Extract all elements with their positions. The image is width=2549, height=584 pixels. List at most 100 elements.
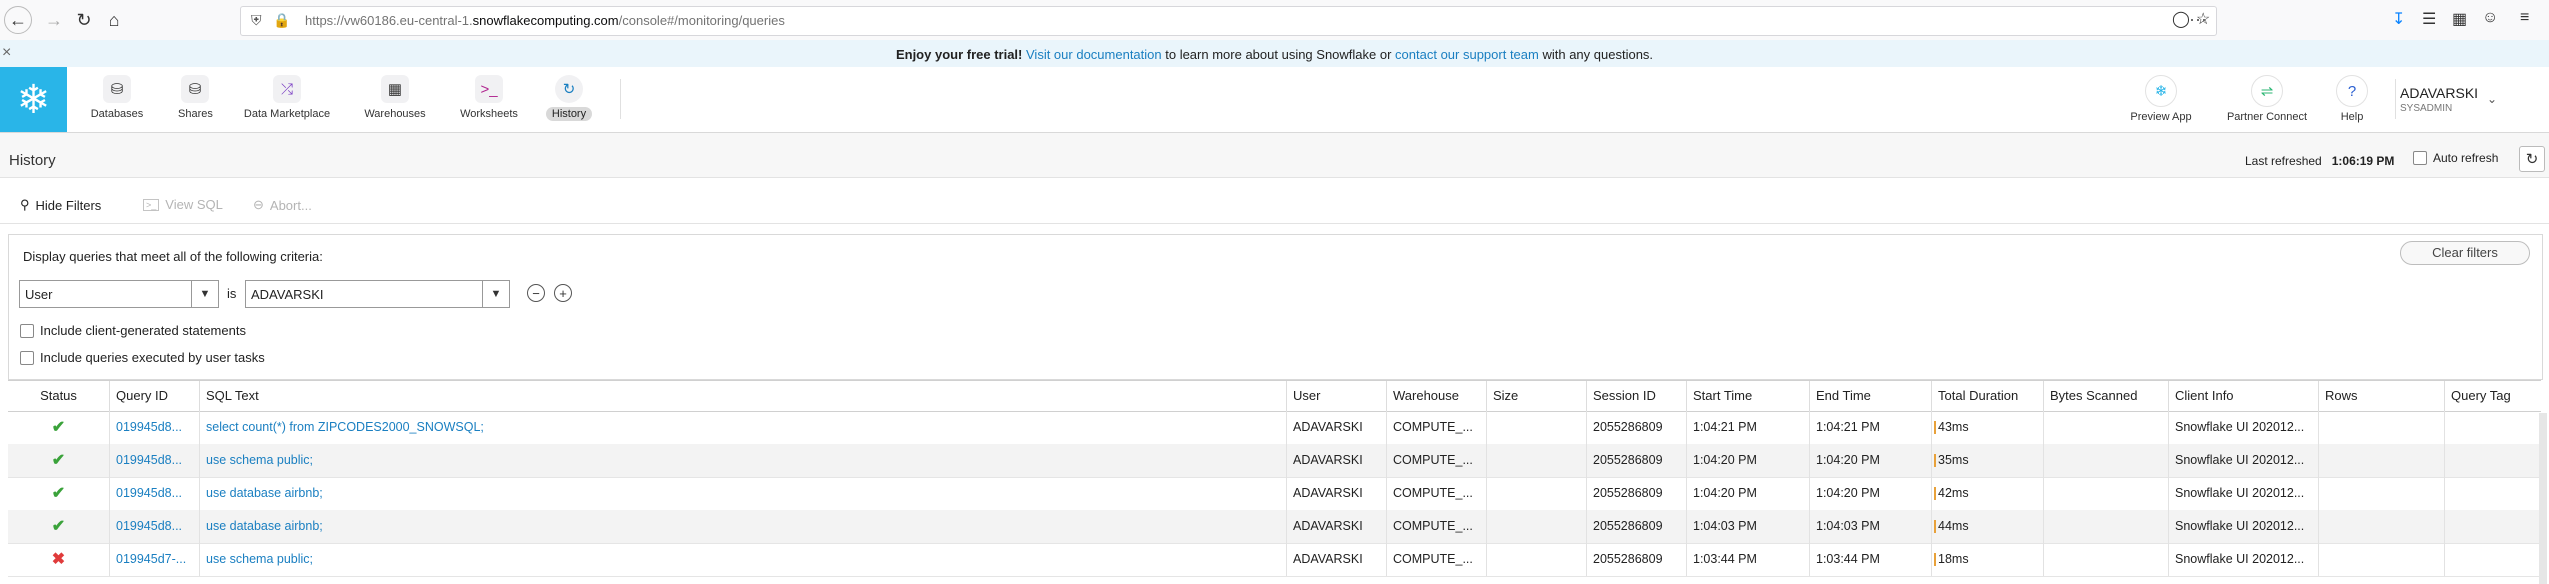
cell-start: 1:04:20 PM <box>1687 477 1810 510</box>
table-row[interactable]: ✖ 019945d7-... use schema public; ADAVARSKI… <box>8 543 2541 577</box>
page-title: History <box>9 152 56 169</box>
nav-shares[interactable]: ⛁ Shares <box>172 75 218 121</box>
menu-icon[interactable]: ≡ <box>2520 9 2529 27</box>
cell-query-id[interactable]: 019945d8... <box>110 477 200 510</box>
cell-sql[interactable]: use schema public; <box>200 543 1287 576</box>
column-header[interactable]: Query Tag <box>2445 381 2541 411</box>
back-button[interactable]: ← <box>4 6 32 34</box>
warehouses-icon: ▦ <box>381 75 409 103</box>
column-header[interactable]: Session ID <box>1587 381 1687 411</box>
cell-warehouse: COMPUTE_... <box>1387 411 1487 444</box>
client-generated-checkbox[interactable] <box>20 323 34 338</box>
app-header: ❄ ⛁ Databases ⛁ Shares ⤮ Data Marketplac… <box>0 67 2549 133</box>
table-scrollbar[interactable] <box>2539 413 2547 584</box>
address-bar[interactable]: ⛨ 🔒 https://vw60186.eu-central-1.snowfla… <box>240 6 2217 36</box>
library-icon[interactable]: ☰ <box>2422 9 2436 29</box>
shield-icon: ⛨ <box>251 12 262 28</box>
cell-status: ✔ <box>8 510 110 543</box>
cell-sql[interactable]: use schema public; <box>200 444 1287 477</box>
column-header[interactable]: Client Info <box>2169 381 2319 411</box>
column-header[interactable]: User <box>1287 381 1387 411</box>
preview-app-button[interactable]: ❄ Preview App <box>2126 75 2196 123</box>
refresh-button[interactable]: ↻ <box>2519 146 2545 172</box>
header-divider <box>2395 79 2396 119</box>
cell-client: Snowflake UI 202012... <box>2169 543 2319 576</box>
cell-status: ✖ <box>8 543 110 576</box>
hide-filters-button[interactable]: ⚲ Hide Filters <box>20 197 101 213</box>
success-check-icon: ✔ <box>51 419 66 436</box>
account-icon[interactable]: ☺ <box>2482 9 2498 27</box>
column-header[interactable]: SQL Text <box>200 381 1287 411</box>
column-header[interactable]: Total Duration <box>1932 381 2044 411</box>
partner-connect-button[interactable]: ⇌ Partner Connect <box>2222 75 2312 123</box>
bookmark-star-icon[interactable]: ☆ <box>2196 9 2210 29</box>
filter-search-icon: ⚲ <box>20 197 30 212</box>
cell-tag <box>2445 411 2541 444</box>
add-filter-button[interactable]: + <box>554 284 572 302</box>
nav-history[interactable]: ↻ History <box>539 75 599 121</box>
table-row[interactable]: ✔ 019945d8... use database airbnb; ADAVARSK… <box>8 510 2541 544</box>
cell-tag <box>2445 543 2541 576</box>
user-tasks-option[interactable]: Include queries executed by user tasks <box>20 350 265 365</box>
documentation-link[interactable]: Visit our documentation <box>1026 47 1162 62</box>
view-sql-button[interactable]: >_ View SQL <box>143 197 223 212</box>
user-menu[interactable]: ADAVARSKI SYSADMIN <box>2400 85 2478 114</box>
cell-sql[interactable]: use database airbnb; <box>200 477 1287 510</box>
filter-value-select[interactable]: ADAVARSKI ▼ <box>245 280 510 308</box>
column-header[interactable]: Bytes Scanned <box>2044 381 2169 411</box>
column-header[interactable]: Warehouse <box>1387 381 1487 411</box>
cell-warehouse: COMPUTE_... <box>1387 477 1487 510</box>
query-history-table: Status Query ID SQL Text User Warehouse … <box>8 380 2541 584</box>
table-row[interactable]: ✔ 019945d8... use schema public; ADAVARSKI C… <box>8 444 2541 478</box>
chevron-down-icon[interactable]: ⌄ <box>2487 92 2497 106</box>
snowflake-logo-icon[interactable]: ❄ <box>0 67 67 132</box>
nav-data-marketplace[interactable]: ⤮ Data Marketplace <box>234 75 340 121</box>
cell-query-id[interactable]: 019945d8... <box>110 510 200 543</box>
user-tasks-checkbox[interactable] <box>20 350 34 365</box>
column-header[interactable]: End Time <box>1810 381 1932 411</box>
column-header[interactable]: Status <box>8 381 110 411</box>
nav-databases[interactable]: ⛁ Databases <box>84 75 150 121</box>
pocket-icon[interactable]: ◯ <box>2172 9 2190 29</box>
column-header[interactable]: Size <box>1487 381 1587 411</box>
column-header[interactable]: Query ID <box>110 381 200 411</box>
cell-warehouse: COMPUTE_... <box>1387 510 1487 543</box>
table-row[interactable]: ✔ 019945d8... use database airbnb; ADAVARSK… <box>8 477 2541 511</box>
help-button[interactable]: ? Help <box>2332 75 2372 123</box>
cell-query-id[interactable]: 019945d7-... <box>110 543 200 576</box>
filter-field-select[interactable]: User ▼ <box>19 280 219 308</box>
page-header <box>0 133 2549 178</box>
cell-user: ADAVARSKI <box>1287 543 1387 576</box>
abort-button[interactable]: ⊖ Abort... <box>253 197 312 213</box>
help-icon: ? <box>2336 75 2368 107</box>
nav-divider <box>620 79 621 119</box>
cell-duration: 43ms <box>1932 411 2044 444</box>
clear-filters-button[interactable]: Clear filters <box>2400 241 2530 265</box>
user-name: ADAVARSKI <box>2400 85 2479 101</box>
reload-button[interactable]: ↻ <box>70 6 98 34</box>
chevron-down-icon: ▼ <box>482 281 509 307</box>
downloads-icon[interactable]: ↧ <box>2392 9 2405 29</box>
auto-refresh-label: Auto refresh <box>2433 151 2499 165</box>
forward-button[interactable]: → <box>40 6 68 34</box>
cell-query-id[interactable]: 019945d8... <box>110 411 200 444</box>
home-icon[interactable]: ⌂ <box>100 6 128 34</box>
database-icon: ⛁ <box>103 75 131 103</box>
auto-refresh-checkbox[interactable] <box>2413 151 2427 165</box>
auto-refresh-toggle[interactable]: Auto refresh <box>2413 151 2498 165</box>
cell-size <box>1487 543 1587 576</box>
column-header[interactable]: Start Time <box>1687 381 1810 411</box>
remove-filter-button[interactable]: − <box>527 284 545 302</box>
client-generated-option[interactable]: Include client-generated statements <box>20 323 246 338</box>
sidebar-icon[interactable]: ▦ <box>2452 9 2467 29</box>
table-row[interactable]: ✔ 019945d8... select count(*) from ZIPCODE… <box>8 411 2541 445</box>
cell-warehouse: COMPUTE_... <box>1387 543 1487 576</box>
cell-query-id[interactable]: 019945d8... <box>110 444 200 477</box>
help-label: Help <box>2340 111 2364 123</box>
nav-warehouses[interactable]: ▦ Warehouses <box>357 75 433 121</box>
cell-sql[interactable]: use database airbnb; <box>200 510 1287 543</box>
support-link[interactable]: contact our support team <box>1395 47 1539 62</box>
nav-worksheets[interactable]: >_ Worksheets <box>452 75 526 121</box>
column-header[interactable]: Rows <box>2319 381 2445 411</box>
cell-sql[interactable]: select count(*) from ZIPCODES2000_SNOWSQ… <box>200 411 1287 444</box>
